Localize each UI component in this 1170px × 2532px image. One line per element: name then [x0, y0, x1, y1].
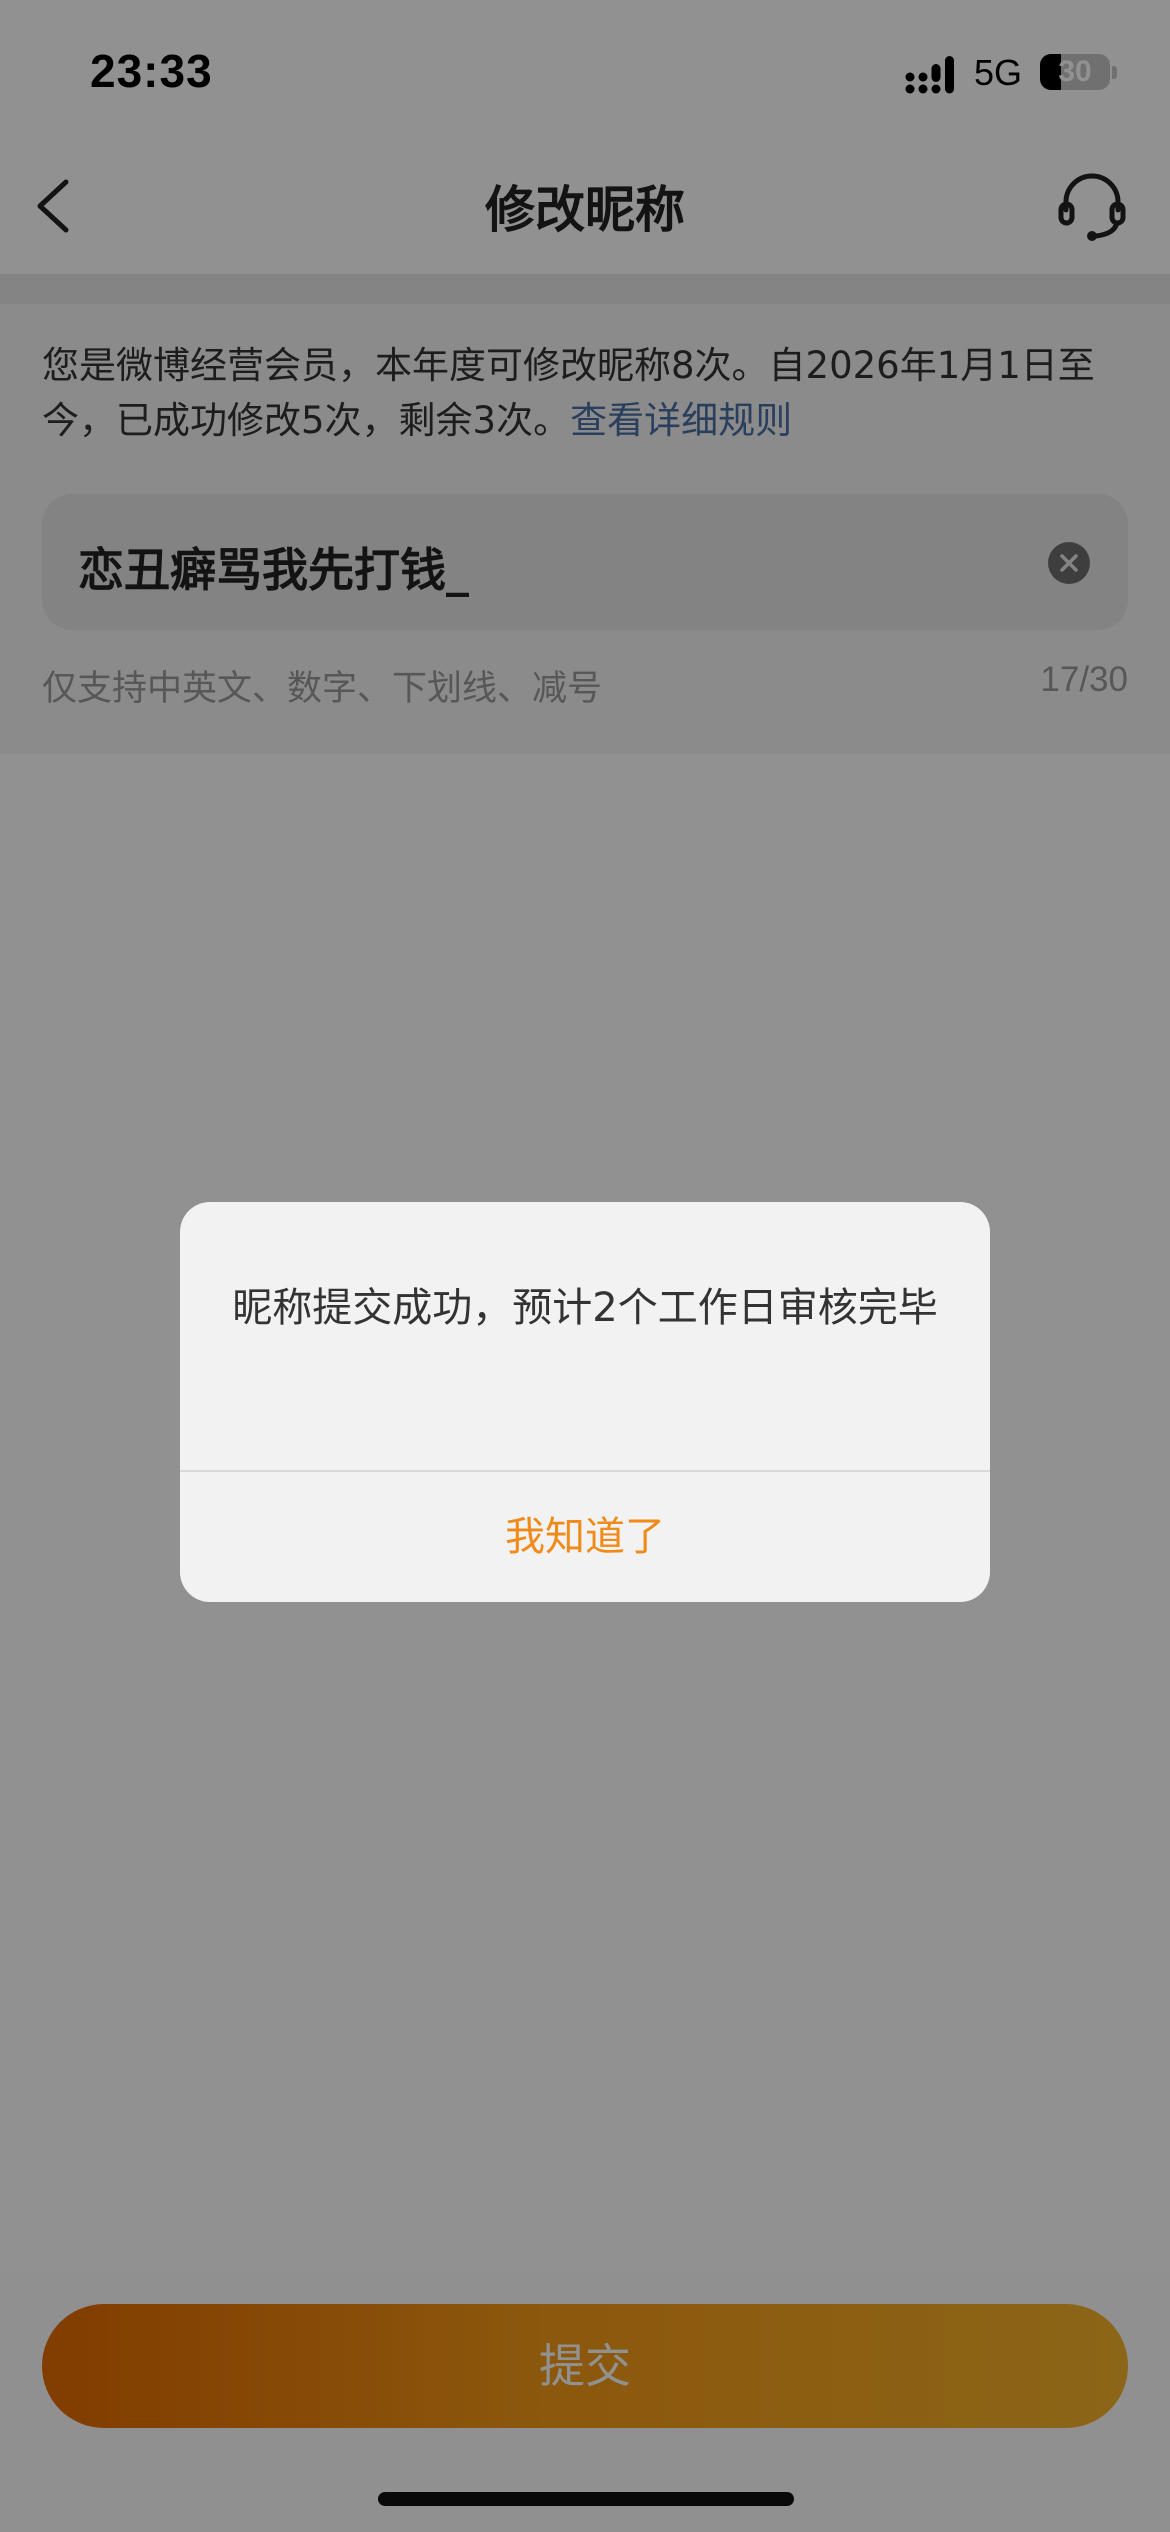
success-dialog: 昵称提交成功，预计2个工作日审核完毕 我知道了: [180, 1202, 990, 1602]
dialog-message: 昵称提交成功，预计2个工作日审核完毕: [232, 1285, 938, 1331]
acknowledge-button[interactable]: 我知道了: [180, 1472, 990, 1602]
